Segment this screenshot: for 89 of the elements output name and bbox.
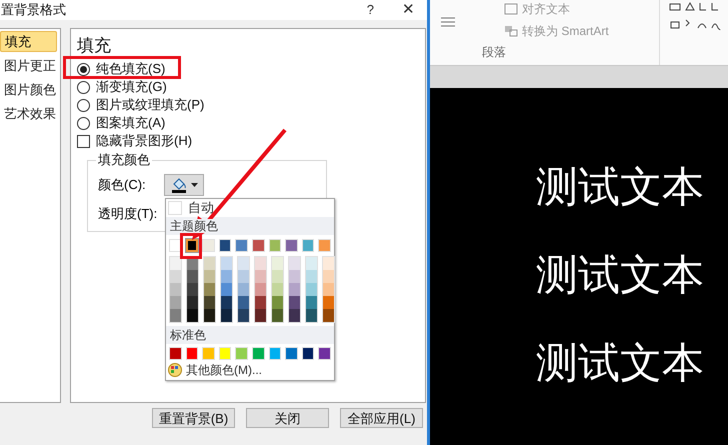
shade-swatch[interactable] [221, 283, 232, 296]
category-item[interactable]: 图片颜色 [0, 79, 60, 100]
category-item[interactable]: 图片更正 [0, 55, 60, 76]
paint-bucket-icon [170, 177, 186, 193]
help-button[interactable]: ? [366, 0, 374, 20]
shade-swatch[interactable] [187, 283, 198, 296]
shade-swatch[interactable] [323, 270, 334, 283]
color-swatch[interactable] [186, 239, 198, 252]
shade-swatch[interactable] [204, 309, 215, 322]
transparency-label: 透明度(T): [98, 206, 158, 221]
shade-swatch[interactable] [255, 309, 266, 322]
menu-item[interactable]: 其他颜色(M)... [186, 361, 262, 379]
shade-swatch[interactable] [204, 257, 215, 270]
shade-swatch[interactable] [170, 270, 181, 283]
dialog-button[interactable]: 关闭 [246, 408, 329, 428]
shade-swatch[interactable] [289, 296, 300, 309]
align-icon [504, 3, 518, 15]
group-label: 段落 [482, 44, 507, 61]
color-picker-button[interactable] [164, 174, 204, 196]
shade-swatch[interactable] [323, 283, 334, 296]
checkbox[interactable] [77, 134, 90, 148]
shade-swatch[interactable] [306, 283, 317, 296]
shade-swatch[interactable] [323, 296, 334, 309]
option-label: 图片或纹理填充(P) [96, 98, 204, 112]
shade-swatch[interactable] [255, 270, 266, 283]
shade-swatch[interactable] [187, 296, 198, 309]
category-item[interactable]: 填充 [0, 31, 57, 52]
menu-item[interactable]: 自动 [188, 198, 214, 218]
shade-swatch[interactable] [187, 309, 198, 322]
section-header: 标准色 [166, 326, 334, 344]
shade-swatch[interactable] [238, 257, 249, 270]
shade-swatch[interactable] [323, 257, 334, 270]
shade-swatch[interactable] [238, 270, 249, 283]
color-label: 颜色(C): [98, 176, 147, 194]
option-label: 纯色填充(S) [96, 62, 166, 76]
panel-heading: 填充 [77, 35, 112, 57]
shade-swatch[interactable] [204, 296, 215, 309]
caret-icon [190, 183, 198, 187]
radio-button[interactable] [77, 62, 90, 76]
radio-button[interactable] [77, 98, 90, 112]
shade-swatch[interactable] [272, 296, 283, 309]
shade-swatch[interactable] [289, 270, 300, 283]
radio-button[interactable] [77, 80, 90, 94]
shade-swatch[interactable] [221, 309, 232, 322]
dialog-button[interactable]: 全部应用(L) [340, 408, 423, 428]
shade-swatch[interactable] [306, 309, 317, 322]
slide-text: 测试文本 [536, 162, 705, 212]
shade-swatch[interactable] [306, 270, 317, 283]
close-button[interactable]: ✕ [402, 0, 415, 22]
shade-swatch[interactable] [238, 296, 249, 309]
shade-swatch[interactable] [238, 309, 249, 322]
shade-swatch[interactable] [255, 257, 266, 270]
shade-swatch[interactable] [170, 309, 181, 322]
palette-icon [168, 363, 182, 377]
section-header: 主题颜色 [170, 219, 218, 233]
shade-swatch[interactable] [289, 283, 300, 296]
shade-swatch[interactable] [255, 283, 266, 296]
category-item[interactable]: 艺术效果 [0, 103, 60, 124]
shade-swatch[interactable] [204, 270, 215, 283]
shade-swatch[interactable] [289, 309, 300, 322]
window-title: 置背景格式 [0, 1, 66, 20]
option-label: 隐藏背景图形(H) [96, 134, 192, 148]
group-title: 填充颜色 [96, 152, 152, 168]
option-label: 图案填充(A) [96, 116, 166, 130]
shade-swatch[interactable] [204, 283, 215, 296]
shade-swatch[interactable] [306, 257, 317, 270]
shade-swatch[interactable] [238, 283, 249, 296]
shade-swatch[interactable] [187, 270, 198, 283]
option-label: 渐变填充(G) [96, 80, 167, 94]
slide-text: 测试文本 [536, 250, 705, 300]
shade-swatch[interactable] [272, 283, 283, 296]
shade-swatch[interactable] [272, 257, 283, 270]
radio-button[interactable] [77, 116, 90, 130]
shade-swatch[interactable] [323, 309, 334, 322]
shade-swatch[interactable] [221, 257, 232, 270]
slide-text: 测试文本 [536, 338, 705, 388]
smartart-icon [504, 25, 518, 37]
shade-swatch[interactable] [272, 309, 283, 322]
shade-swatch[interactable] [221, 270, 232, 283]
shade-swatch[interactable] [255, 296, 266, 309]
shade-swatch[interactable] [170, 257, 181, 270]
shade-swatch[interactable] [272, 270, 283, 283]
shade-swatch[interactable] [306, 296, 317, 309]
shade-swatch[interactable] [170, 283, 181, 296]
auto-swatch [168, 201, 182, 215]
shade-swatch[interactable] [170, 296, 181, 309]
shade-swatch[interactable] [289, 257, 300, 270]
dialog-button[interactable]: 重置背景(B) [152, 408, 235, 428]
shade-swatch[interactable] [221, 296, 232, 309]
